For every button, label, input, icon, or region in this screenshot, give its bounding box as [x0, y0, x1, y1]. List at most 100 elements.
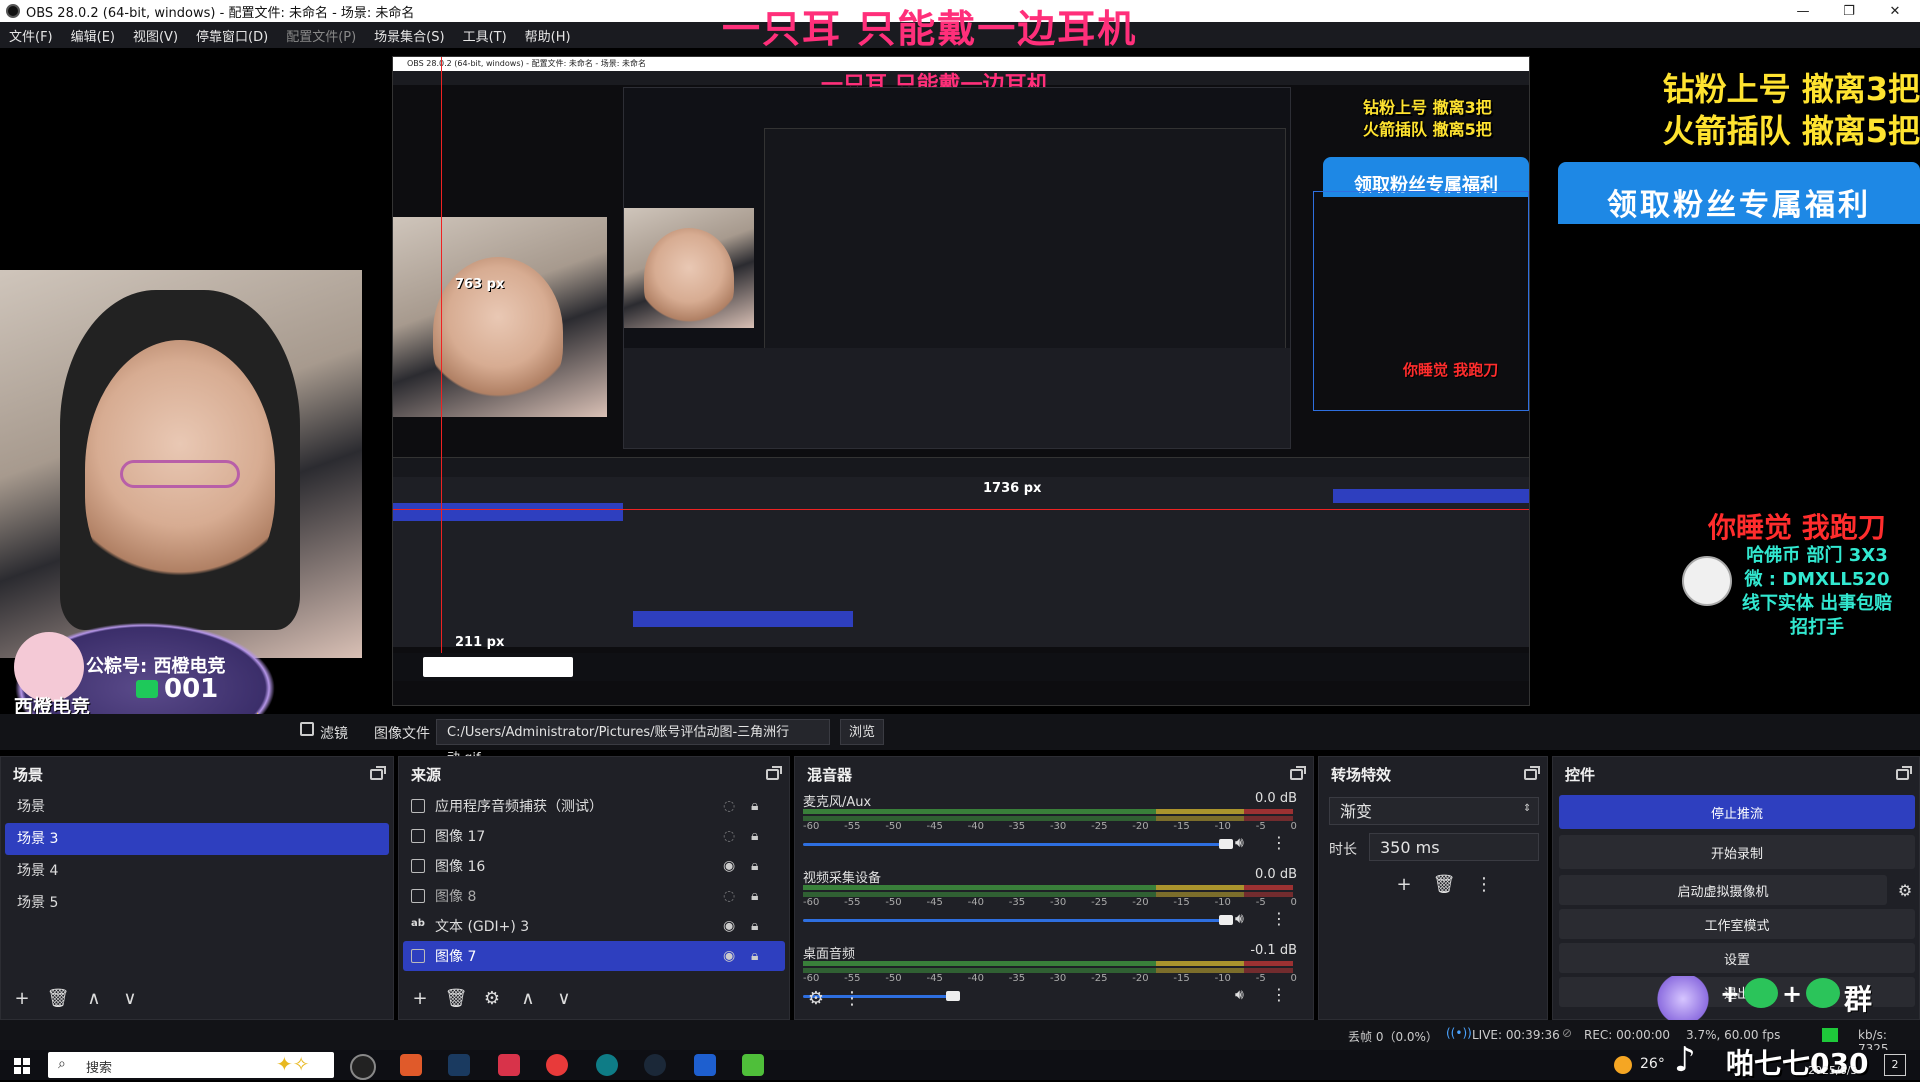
search-box[interactable]: ⌕ 搜索 ✦✧	[48, 1052, 334, 1078]
mixer-menu-icon[interactable]: ⋮	[839, 985, 865, 1011]
channel-menu-icon[interactable]: ⋮	[1271, 909, 1287, 928]
studio-mode-button[interactable]: 工作室模式	[1559, 909, 1915, 939]
eye-icon[interactable]: ◉	[723, 948, 735, 964]
stop-stream-button[interactable]: 停止推流	[1559, 795, 1915, 829]
wechat-icon	[1744, 978, 1778, 1008]
scene-item[interactable]: 场景 4	[5, 855, 389, 887]
db-tick-label: -25	[1091, 897, 1108, 908]
float-dock-icon[interactable]	[766, 765, 782, 780]
add-source-button[interactable]: +	[407, 985, 433, 1011]
group-text: 群	[1844, 983, 1873, 1016]
virtual-camera-button[interactable]: 启动虚拟摄像机	[1559, 875, 1887, 905]
move-up-icon[interactable]: ∧	[515, 985, 541, 1011]
eye-hidden-icon[interactable]: ◌	[723, 798, 735, 814]
add-scene-button[interactable]: +	[9, 985, 35, 1011]
scenes-title: 场景	[13, 765, 44, 784]
virtual-camera-gear-icon[interactable]: ⚙	[1891, 881, 1919, 900]
mixer-gear-icon[interactable]: ⚙	[803, 985, 829, 1011]
speaker-icon[interactable]: 🔊︎	[1235, 835, 1244, 851]
scene-item[interactable]: 场景 5	[5, 887, 389, 919]
add-transition-button[interactable]: +	[1391, 871, 1417, 897]
transitions-title: 转场特效	[1331, 765, 1392, 784]
remove-scene-button[interactable]: 🗑	[45, 985, 71, 1011]
float-dock-icon[interactable]	[1524, 765, 1540, 780]
remove-source-button[interactable]: 🗑	[443, 985, 469, 1011]
lock-icon[interactable]: 🔒︎	[751, 918, 758, 934]
channel-menu-icon[interactable]: ⋮	[1271, 833, 1287, 852]
speaker-icon[interactable]: 🔊︎	[1235, 911, 1244, 927]
eye-icon[interactable]: ◉	[723, 858, 735, 874]
lock-icon[interactable]: 🔒︎	[751, 828, 758, 844]
app-taskbar-icon[interactable]	[448, 1054, 470, 1076]
menu-edit[interactable]: 编辑(E)	[62, 26, 124, 45]
speaker-icon[interactable]: 🔊︎	[1235, 987, 1244, 1003]
float-dock-icon[interactable]	[370, 765, 386, 780]
obs-taskbar-icon[interactable]	[350, 1054, 376, 1080]
minimize-button[interactable]: —	[1780, 0, 1826, 22]
edge-taskbar-icon[interactable]	[596, 1054, 618, 1076]
transition-select[interactable]: 渐变	[1329, 797, 1539, 825]
close-button[interactable]: ✕	[1872, 0, 1918, 22]
browser-taskbar-icon[interactable]	[400, 1054, 422, 1076]
cube-taskbar-icon[interactable]	[742, 1054, 764, 1076]
settings-button[interactable]: 设置	[1559, 943, 1915, 973]
source-row[interactable]: 图像 17 ◌ 🔒︎	[403, 821, 785, 851]
filter-icon	[300, 722, 314, 736]
move-up-icon[interactable]: ∧	[81, 985, 107, 1011]
volume-slider-knob[interactable]	[946, 991, 960, 1001]
eye-hidden-icon[interactable]: ◌	[723, 888, 735, 904]
app-p-taskbar-icon[interactable]	[694, 1054, 716, 1076]
scene-item-selected[interactable]: 场景 3	[5, 823, 389, 855]
menu-file[interactable]: 文件(F)	[0, 26, 62, 45]
preview-canvas[interactable]: 公粽号: 西橙电竞 001 西橙电竞 ★ OBS 28.0.2 (64-bit,…	[0, 48, 1920, 742]
menu-profile[interactable]: 配置文件(P)	[277, 26, 365, 45]
browse-button[interactable]: 浏览	[840, 719, 884, 745]
lock-icon[interactable]: 🔒︎	[751, 888, 758, 904]
db-tick-label: -15	[1173, 897, 1190, 908]
lock-icon[interactable]: 🔒︎	[751, 858, 758, 874]
menu-scene-collection[interactable]: 场景集合(S)	[365, 26, 453, 45]
lock-icon[interactable]: 🔒︎	[751, 798, 758, 814]
eye-hidden-icon[interactable]: ◌	[723, 828, 735, 844]
db-tick-label: -10	[1214, 821, 1231, 832]
db-tick-label: -35	[1008, 897, 1026, 908]
filters-button[interactable]: 滤镜	[320, 723, 348, 743]
avatar	[1682, 556, 1732, 606]
volume-slider-knob[interactable]	[1219, 915, 1233, 925]
calendar-taskbar-icon[interactable]	[498, 1054, 520, 1076]
source-name: 应用程序音频捕获（测试）	[435, 799, 603, 815]
volume-slider[interactable]	[803, 843, 1223, 846]
move-down-icon[interactable]: ∨	[551, 985, 577, 1011]
move-down-icon[interactable]: ∨	[117, 985, 143, 1011]
menu-help[interactable]: 帮助(H)	[516, 26, 580, 45]
channel-menu-icon[interactable]: ⋮	[1271, 985, 1287, 1004]
eye-icon[interactable]: ◉	[723, 918, 735, 934]
duration-field[interactable]: 350 ms	[1369, 833, 1539, 861]
volume-slider-knob[interactable]	[1219, 839, 1233, 849]
image-path-field[interactable]: C:/Users/Administrator/Pictures/账号评估动图-三…	[436, 719, 830, 766]
channel-db: -0.1 dB	[1250, 943, 1297, 958]
float-dock-icon[interactable]	[1290, 765, 1306, 780]
menu-tools[interactable]: 工具(T)	[454, 26, 516, 45]
windows-start-icon[interactable]	[14, 1058, 30, 1074]
source-row-selected[interactable]: 图像 7 ◉ 🔒︎	[403, 941, 785, 971]
start-record-button[interactable]: 开始录制	[1559, 835, 1915, 869]
volume-slider[interactable]	[803, 919, 1223, 922]
steam-taskbar-icon[interactable]	[644, 1054, 666, 1076]
notification-icon[interactable]: 2	[1884, 1054, 1906, 1076]
transition-menu-icon[interactable]: ⋮	[1471, 871, 1497, 897]
plus-icon: +	[1782, 980, 1803, 1008]
source-row[interactable]: 应用程序音频捕获（测试） ◌ 🔒︎	[403, 791, 785, 821]
scene-item[interactable]: 场景	[5, 791, 389, 823]
lock-icon[interactable]: 🔒︎	[751, 948, 758, 964]
menu-view[interactable]: 视图(V)	[124, 26, 187, 45]
gear-icon[interactable]: ⚙	[479, 985, 505, 1011]
source-row[interactable]: ab 文本 (GDI+) 3 ◉ 🔒︎	[403, 911, 785, 941]
float-dock-icon[interactable]	[1896, 765, 1912, 780]
maximize-button[interactable]: ❐	[1826, 0, 1872, 22]
menu-docks[interactable]: 停靠窗口(D)	[187, 26, 277, 45]
remove-transition-button[interactable]: 🗑	[1431, 871, 1457, 897]
source-row[interactable]: 图像 8 ◌ 🔒︎	[403, 881, 785, 911]
netease-music-icon[interactable]	[546, 1054, 568, 1076]
source-row[interactable]: 图像 16 ◉ 🔒︎	[403, 851, 785, 881]
